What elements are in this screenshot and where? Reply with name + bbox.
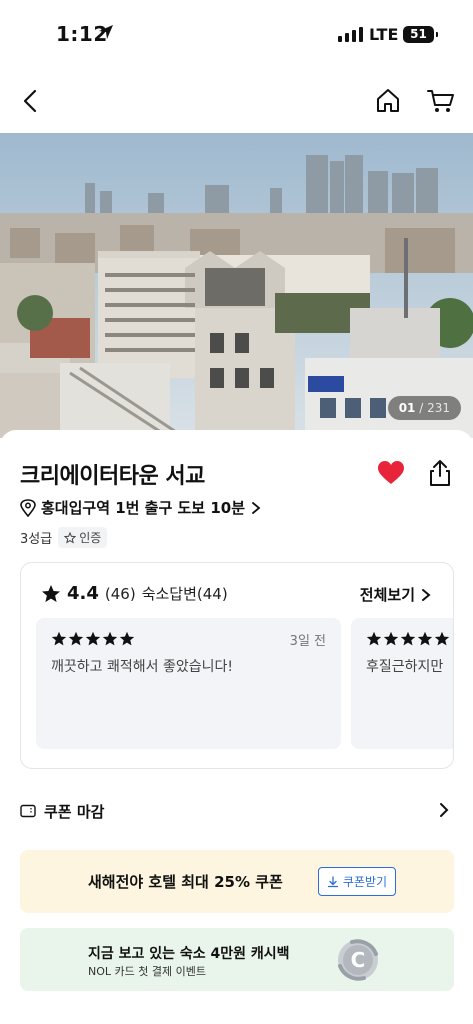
cashback-promo-banner[interactable]: 지금 보고 있는 숙소 4만원 캐시백 NOL 카드 첫 결제 이벤트 C [20, 928, 454, 991]
star-icon [383, 631, 399, 646]
cashback-subtitle: NOL 카드 첫 결제 이벤트 [88, 965, 206, 978]
photo-counter: 01 / 231 [387, 396, 461, 420]
review-score: 4.4 [67, 583, 99, 604]
download-icon [327, 875, 339, 887]
view-all-label: 전체보기 [359, 586, 415, 604]
star-icon [102, 631, 118, 646]
review-text: 후질근하지만 [366, 659, 444, 675]
star-icon [85, 631, 101, 646]
star-icon [400, 631, 416, 646]
location-arrow-icon [98, 24, 114, 44]
get-coupon-button[interactable]: 쿠폰받기 [318, 867, 396, 896]
view-all-reviews-link[interactable]: 전체보기 [360, 584, 431, 605]
hotel-detail-sheet: 크리에이터타운 서교 홍대입구역 1번 출구 도보 10분 3성급 인증 4.4… [0, 430, 473, 1024]
review-summary-card: 4.4 (46) 숙소답변(44) 전체보기 3일 전 깨끗하고 쾌적해서 좋았… [20, 562, 454, 769]
star-icon [417, 631, 433, 646]
top-nav [0, 80, 473, 126]
coupon-promo-banner[interactable]: 새해전야 호텔 최대 25% 쿠폰 쿠폰받기 [20, 850, 454, 913]
star-icon [42, 584, 60, 602]
coupon-icon [20, 804, 36, 818]
certified-badge: 인증 [58, 527, 108, 548]
star-icon [51, 631, 67, 646]
review-count: (46) [104, 584, 136, 603]
svg-text:C: C [351, 948, 366, 972]
location-text: 홍대입구역 1번 출구 도보 10분 [41, 499, 246, 517]
review-date: 3일 전 [289, 634, 326, 649]
coupon-promo-text: 새해전야 호텔 최대 25% 쿠폰 [88, 873, 283, 891]
star-icon [119, 631, 135, 646]
hotel-grade-row: 3성급 인증 [20, 527, 108, 548]
get-coupon-label: 쿠폰받기 [342, 875, 388, 889]
heart-icon [378, 461, 404, 484]
status-bar: 1:12 LTE 51 [0, 0, 473, 70]
home-button[interactable] [374, 87, 402, 119]
coupon-expiry-row[interactable]: 쿠폰 마감 [20, 798, 454, 824]
chevron-right-icon [252, 501, 261, 514]
review-stars [51, 631, 135, 647]
photo-counter-current: 01 [398, 401, 416, 415]
share-button[interactable] [427, 459, 453, 491]
star-icon [366, 631, 382, 646]
review-item[interactable]: 3일 전 깨끗하고 쾌적해서 좋았습니다! [36, 618, 341, 749]
wishlist-button[interactable] [377, 460, 405, 490]
cashback-coin-icon: C [332, 934, 384, 990]
map-pin-icon [20, 498, 36, 517]
star-icon [434, 631, 450, 646]
signal-icon [338, 27, 363, 42]
home-icon [377, 89, 399, 112]
review-text: 깨끗하고 쾌적해서 좋았습니다! [51, 659, 233, 675]
back-button[interactable] [20, 88, 42, 118]
hotel-grade: 3성급 [20, 532, 53, 547]
hotel-photo[interactable] [0, 133, 473, 438]
host-reply-count: 숙소답변(44) [141, 585, 228, 603]
cashback-title: 지금 보고 있는 숙소 4만원 캐시백 [88, 946, 290, 962]
hotel-location[interactable]: 홍대입구역 1번 출구 도보 10분 [20, 497, 262, 518]
chevron-right-icon [422, 588, 431, 601]
coupon-expiry-label: 쿠폰 마감 [44, 802, 105, 821]
review-item[interactable]: 후질근하지만 [351, 618, 453, 749]
star-icon [68, 631, 84, 646]
hotel-name: 크리에이터타운 서교 [20, 464, 205, 489]
chevron-right-icon [440, 803, 449, 817]
cart-button[interactable] [426, 87, 456, 119]
certified-label: 인증 [79, 531, 102, 545]
network-label: LTE [369, 25, 399, 44]
star-outline-icon [64, 531, 77, 544]
battery-icon: 51 [403, 26, 438, 43]
photo-counter-total: / 231 [419, 401, 450, 415]
review-stars [366, 631, 450, 647]
share-icon [430, 460, 450, 486]
cart-icon [427, 90, 454, 112]
review-rating-row: 4.4 (46) 숙소답변(44) [41, 583, 228, 604]
